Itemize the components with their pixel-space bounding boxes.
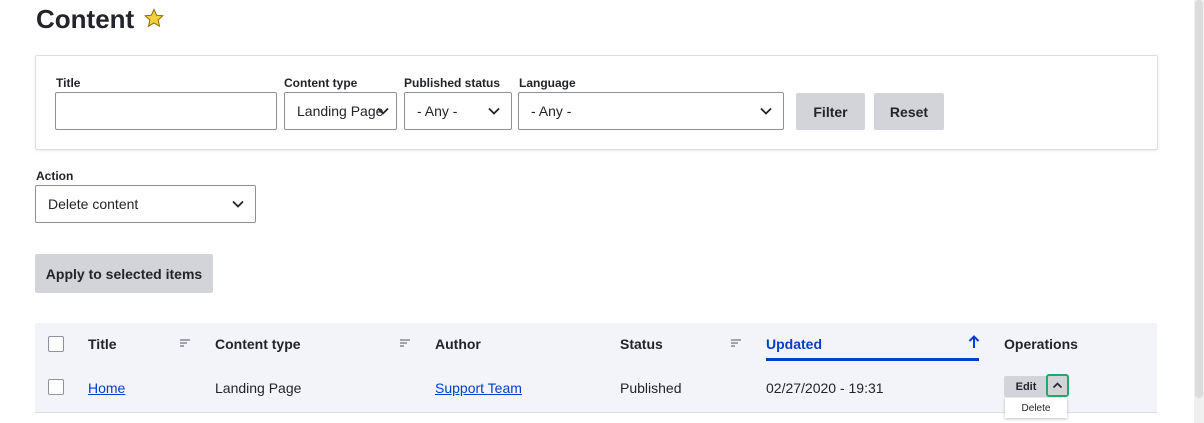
- delete-menu-item[interactable]: Delete: [1005, 398, 1067, 418]
- scrollbar-thumb[interactable]: [1195, 0, 1203, 398]
- sort-icon[interactable]: [180, 339, 190, 347]
- edit-button[interactable]: Edit: [1004, 376, 1048, 397]
- action-select[interactable]: Delete content: [35, 185, 256, 223]
- published-status-label: Published status: [404, 76, 501, 90]
- content-type-label: Content type: [284, 76, 358, 90]
- action-value: Delete content: [48, 196, 139, 212]
- chevron-down-icon: [488, 107, 500, 115]
- content-type-select[interactable]: Landing Page: [284, 92, 397, 130]
- language-select[interactable]: - Any -: [518, 92, 784, 130]
- apply-to-selected-button[interactable]: Apply to selected items: [35, 254, 213, 293]
- scrollbar[interactable]: [1194, 0, 1204, 423]
- row-updated: 02/27/2020 - 19:31: [766, 380, 884, 396]
- row-title-link[interactable]: Home: [88, 380, 125, 396]
- row-status: Published: [620, 380, 682, 396]
- language-value: - Any -: [531, 103, 572, 119]
- column-content-type-header[interactable]: Content type: [215, 336, 301, 352]
- column-title-header[interactable]: Title: [88, 336, 117, 352]
- page-title: Content: [36, 4, 165, 35]
- select-all-checkbox[interactable]: [48, 336, 64, 352]
- row-content-type: Landing Page: [215, 380, 302, 396]
- title-filter-input[interactable]: [55, 92, 277, 130]
- chevron-down-icon: [232, 200, 244, 208]
- published-status-value: - Any -: [417, 103, 458, 119]
- chevron-down-icon: [760, 107, 772, 115]
- column-updated-header[interactable]: Updated: [766, 336, 822, 352]
- sort-icon[interactable]: [731, 339, 741, 347]
- action-label: Action: [36, 169, 74, 183]
- page-title-text: Content: [36, 4, 135, 34]
- row-checkbox[interactable]: [48, 379, 64, 395]
- chevron-up-icon: [1052, 382, 1063, 389]
- filter-button[interactable]: Filter: [796, 93, 865, 130]
- operations-toggle-button[interactable]: [1046, 374, 1069, 397]
- column-operations-header: Operations: [1004, 336, 1078, 352]
- column-author-header: Author: [435, 336, 481, 352]
- title-filter-label: Title: [56, 76, 81, 90]
- filter-panel: Title Content type Landing Page Publishe…: [35, 55, 1158, 150]
- row-author-link[interactable]: Support Team: [435, 380, 522, 396]
- sort-icon[interactable]: [400, 339, 410, 347]
- table-row: Home Landing Page Support Team Published…: [35, 365, 1157, 418]
- published-status-select[interactable]: - Any -: [404, 92, 512, 130]
- chevron-down-icon: [377, 107, 389, 115]
- reset-button[interactable]: Reset: [874, 93, 944, 130]
- arrow-up-icon[interactable]: [968, 335, 980, 349]
- content-type-value: Landing Page: [297, 103, 384, 119]
- column-status-header[interactable]: Status: [620, 336, 663, 352]
- table-header: Title Content type Author Status Updated…: [35, 323, 1157, 365]
- language-label: Language: [519, 76, 576, 90]
- active-sort-underline: [766, 358, 979, 361]
- star-icon[interactable]: [144, 7, 165, 32]
